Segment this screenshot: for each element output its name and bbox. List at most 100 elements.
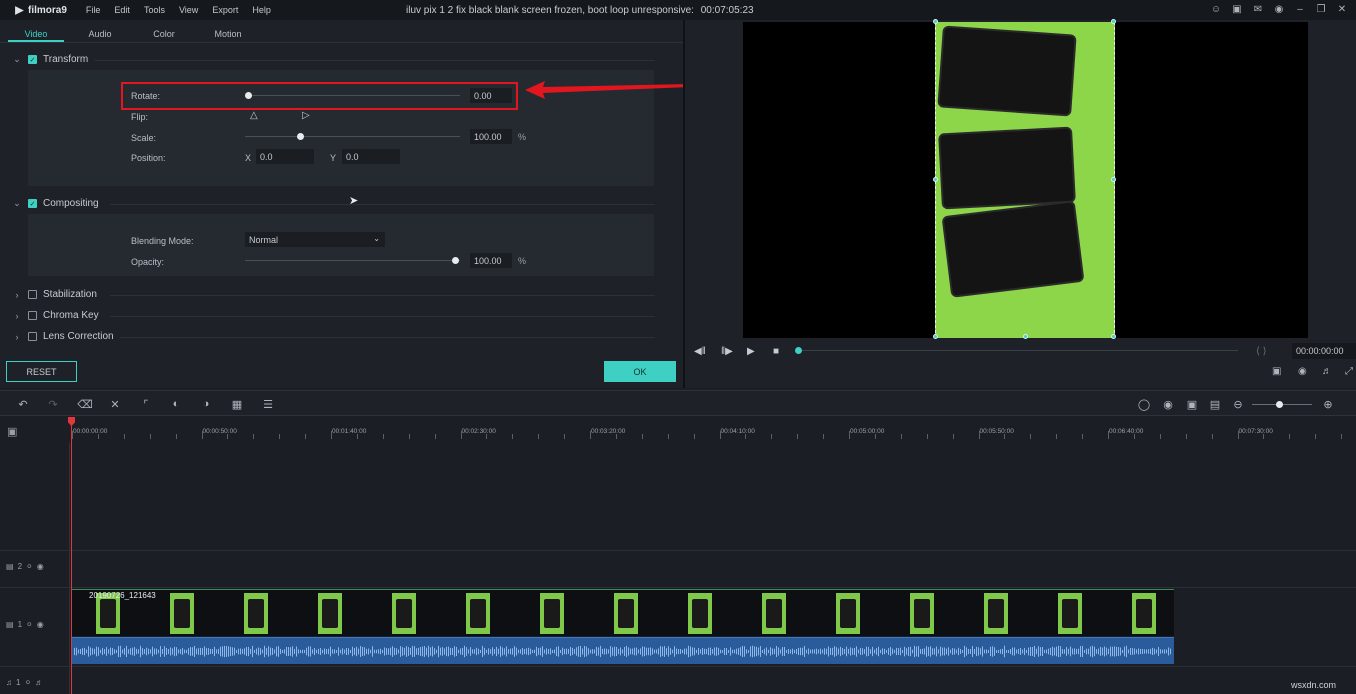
ok-button[interactable]: OK	[604, 361, 676, 382]
playback-progress-bar[interactable]	[798, 350, 1238, 351]
opacity-slider-handle[interactable]	[452, 257, 459, 264]
fullscreen-icon[interactable]: ⤢	[1345, 366, 1353, 377]
marker-icon[interactable]: ◯	[1138, 398, 1150, 410]
eye-icon[interactable]: ◉	[37, 620, 44, 629]
timeline-ruler[interactable]: 00:00:00:0000:00:50:0000:01:40:0000:02:3…	[0, 417, 1356, 443]
redo-icon[interactable]: ↷	[47, 398, 59, 410]
speed-icon[interactable]: ◐	[170, 398, 182, 410]
previous-frame-icon[interactable]: ◀‖	[694, 346, 706, 357]
stabilization-checkbox[interactable]	[28, 290, 37, 299]
snap-icon[interactable]: ▣	[1186, 398, 1198, 410]
chevron-right-icon[interactable]: ›	[12, 311, 22, 321]
transform-checkbox[interactable]: ✓	[28, 55, 37, 64]
lens-correction-section-header[interactable]: › Lens Correction	[12, 331, 114, 342]
menu-edit[interactable]: Edit	[107, 5, 137, 15]
preview-frame[interactable]	[935, 22, 1115, 338]
audio-waveform-clip[interactable]	[72, 637, 1174, 664]
position-x-input[interactable]: 0.0	[256, 149, 314, 164]
chevron-right-icon[interactable]: ›	[12, 290, 22, 300]
resize-handle[interactable]	[1111, 19, 1116, 24]
waveform-bar	[626, 646, 627, 657]
tab-motion[interactable]: Motion	[200, 20, 256, 42]
menu-tools[interactable]: Tools	[137, 5, 172, 15]
lens-correction-checkbox[interactable]	[28, 332, 37, 341]
waveform-bar	[114, 649, 115, 653]
audio-mixer-icon[interactable]: ☰	[262, 398, 274, 410]
waveform-bar	[240, 648, 241, 654]
stabilization-section-header[interactable]: › Stabilization	[12, 289, 97, 300]
resize-handle[interactable]	[933, 19, 938, 24]
zoom-out-icon[interactable]: ⊖	[1232, 398, 1244, 410]
chevron-down-icon[interactable]: ⌄	[12, 199, 22, 209]
speaker-icon[interactable]: ♬	[35, 678, 43, 687]
compositing-checkbox[interactable]: ✓	[28, 199, 37, 208]
add-track-icon[interactable]: ▣	[7, 425, 17, 438]
stop-icon[interactable]: ■	[773, 346, 779, 357]
menu-file[interactable]: File	[79, 5, 108, 15]
waveform-bar	[554, 649, 555, 653]
chevron-down-icon[interactable]: ⌄	[12, 55, 22, 65]
playhead[interactable]	[71, 417, 72, 694]
ruler-tick	[331, 431, 332, 439]
cut-icon[interactable]: ✕	[109, 398, 121, 410]
zoom-in-icon[interactable]: ⊕	[1322, 398, 1334, 410]
timeline-zoom-handle[interactable]	[1276, 401, 1283, 408]
resize-handle[interactable]	[1111, 177, 1116, 182]
chroma-key-section-header[interactable]: › Chroma Key	[12, 310, 99, 321]
microphone-icon[interactable]: ◉	[1273, 3, 1285, 15]
resize-handle[interactable]	[933, 177, 938, 182]
color-icon[interactable]: ◑	[200, 398, 212, 410]
next-frame-icon[interactable]: ‖▶	[721, 346, 733, 357]
chevron-right-icon[interactable]: ›	[12, 332, 22, 342]
resize-handle[interactable]	[1023, 334, 1028, 339]
menu-view[interactable]: View	[172, 5, 205, 15]
account-icon[interactable]: ☺	[1210, 3, 1222, 15]
undo-icon[interactable]: ↶	[17, 398, 29, 410]
reset-button[interactable]: RESET	[6, 361, 77, 382]
tab-audio[interactable]: Audio	[72, 20, 128, 42]
restore-icon[interactable]: ❐	[1315, 3, 1327, 15]
menu-help[interactable]: Help	[245, 5, 278, 15]
delete-icon[interactable]: ⌫	[79, 398, 91, 410]
opacity-slider[interactable]	[245, 260, 460, 261]
waveform-bar	[512, 648, 513, 655]
scale-value-input[interactable]: 100.00	[470, 129, 512, 144]
playback-progress-handle[interactable]	[795, 347, 802, 354]
opacity-value-input[interactable]: 100.00	[470, 253, 512, 268]
menu-export[interactable]: Export	[205, 5, 245, 15]
flip-vertical-icon[interactable]: ▷	[302, 110, 310, 121]
tab-video[interactable]: Video	[8, 20, 64, 42]
resize-handle[interactable]	[1111, 334, 1116, 339]
compositing-section-header[interactable]: ⌄ ✓ Compositing	[12, 198, 99, 209]
chroma-key-checkbox[interactable]	[28, 311, 37, 320]
lock-icon[interactable]: ⚪	[26, 562, 33, 571]
resize-handle[interactable]	[933, 334, 938, 339]
render-preview-icon[interactable]: ▤	[1209, 398, 1221, 410]
display-settings-icon[interactable]: ▣	[1272, 366, 1281, 377]
waveform-bar	[182, 648, 183, 655]
crop-icon[interactable]: ⌜	[140, 398, 152, 410]
waveform-bar	[1036, 649, 1037, 655]
scale-slider-handle[interactable]	[297, 133, 304, 140]
minimize-icon[interactable]: –	[1294, 3, 1306, 15]
flip-horizontal-icon[interactable]: △	[250, 110, 258, 121]
blending-mode-select[interactable]: Normal ⌄	[245, 232, 385, 247]
snapshot-icon[interactable]: ◉	[1298, 366, 1307, 377]
scale-slider[interactable]	[245, 136, 460, 137]
transform-section-header[interactable]: ⌄ ✓ Transform	[12, 54, 88, 65]
position-y-input[interactable]: 0.0	[342, 149, 400, 164]
mark-in-out-icon[interactable]: ⟨ ⟩	[1256, 346, 1267, 357]
eye-icon[interactable]: ◉	[37, 562, 44, 571]
lock-icon[interactable]: ⚪	[24, 678, 31, 687]
mail-icon[interactable]: ✉	[1252, 3, 1264, 15]
video-clip[interactable]	[72, 589, 1174, 636]
voiceover-icon[interactable]: ◉	[1162, 398, 1174, 410]
volume-icon[interactable]: ♬	[1322, 366, 1332, 377]
tab-color[interactable]: Color	[136, 20, 192, 42]
play-icon[interactable]: ▶	[747, 346, 755, 357]
save-icon[interactable]: ▣	[1231, 3, 1243, 15]
timeline-zoom-slider[interactable]	[1252, 404, 1312, 405]
close-icon[interactable]: ✕	[1336, 3, 1348, 15]
green-screen-icon[interactable]: ▦	[231, 398, 243, 410]
lock-icon[interactable]: ⚪	[26, 620, 33, 629]
